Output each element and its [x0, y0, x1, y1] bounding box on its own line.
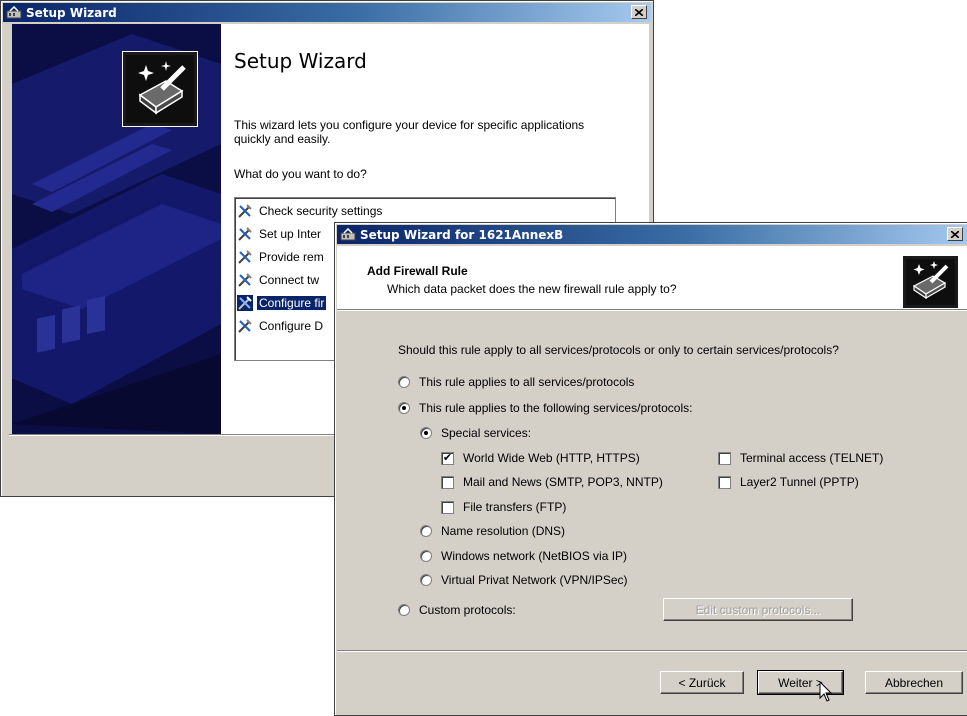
- close-icon: [951, 230, 959, 238]
- tools-icon: [238, 204, 252, 218]
- tools-icon: [238, 319, 252, 333]
- close-icon: [635, 8, 643, 16]
- back-button[interactable]: < Zurück: [660, 671, 744, 694]
- radio-indicator[interactable]: [420, 550, 432, 562]
- radio-indicator[interactable]: [420, 574, 432, 586]
- task-label: Connect tw: [259, 273, 320, 287]
- radio-all-services[interactable]: This rule applies to all services/protoc…: [398, 375, 634, 389]
- checkbox-label: Terminal access (TELNET): [740, 451, 884, 465]
- edit-custom-protocols-button[interactable]: Edit custom protocols...: [663, 598, 853, 621]
- tools-icon: [238, 273, 252, 287]
- tools-icon: [237, 295, 253, 311]
- radio-indicator[interactable]: [420, 525, 432, 537]
- task-label: Provide rem: [259, 250, 324, 264]
- cancel-button[interactable]: Abbrechen: [865, 671, 963, 694]
- header-separator: [337, 309, 967, 311]
- radio-indicator[interactable]: [398, 402, 410, 414]
- checkbox-label: File transfers (FTP): [463, 500, 567, 514]
- radio-indicator[interactable]: [398, 604, 410, 616]
- checkbox-label: Layer2 Tunnel (PPTP): [740, 475, 859, 489]
- radio-label: Special services:: [441, 426, 532, 440]
- front-close-button[interactable]: [947, 227, 963, 241]
- app-icon: [340, 227, 356, 240]
- checkbox-pptp[interactable]: Layer2 Tunnel (PPTP): [718, 475, 859, 489]
- checkbox-label: Mail and News (SMTP, POP3, NNTP): [463, 475, 663, 489]
- back-intro-text: This wizard lets you configure your devi…: [234, 118, 585, 146]
- radio-label: Virtual Privat Network (VPN/IPSec): [441, 573, 628, 587]
- radio-custom-protocols[interactable]: Custom protocols:: [398, 603, 516, 617]
- task-label: Set up Inter: [259, 227, 322, 241]
- back-title-bar[interactable]: Setup Wizard: [3, 3, 651, 22]
- radio-label: This rule applies to all services/protoc…: [419, 375, 635, 389]
- wizard-tool-icon: [122, 51, 198, 127]
- mouse-pointer-icon: [819, 681, 833, 702]
- app-icon: [6, 5, 22, 18]
- radio-label: This rule applies to the following servi…: [419, 401, 693, 415]
- checkbox-indicator[interactable]: [441, 500, 454, 514]
- radio-netbios[interactable]: Windows network (NetBIOS via IP): [420, 549, 627, 563]
- checkbox-label: World Wide Web (HTTP, HTTPS): [463, 451, 640, 465]
- firewall-rule-dialog: Setup Wizard for 1621AnnexB Add Firewall…: [334, 222, 967, 716]
- page-header: Add Firewall Rule Which data packet does…: [337, 246, 967, 309]
- back-heading: Setup Wizard: [234, 49, 367, 73]
- front-window-title: Setup Wizard for 1621AnnexB: [360, 227, 564, 242]
- checkbox-indicator[interactable]: [718, 451, 731, 465]
- task-item-check-security[interactable]: Check security settings: [237, 202, 613, 220]
- checkbox-www[interactable]: ✔ World Wide Web (HTTP, HTTPS): [441, 451, 640, 465]
- scope-question: Should this rule apply to all services/p…: [398, 343, 839, 357]
- page-title: Add Firewall Rule: [367, 264, 468, 278]
- radio-special-services[interactable]: Special services:: [420, 426, 531, 440]
- footer-separator: [337, 650, 967, 652]
- front-title-bar[interactable]: Setup Wizard for 1621AnnexB: [337, 225, 967, 244]
- radio-label: Name resolution (DNS): [441, 524, 566, 538]
- back-window-title: Setup Wizard: [26, 5, 117, 20]
- radio-indicator[interactable]: [398, 376, 410, 388]
- page-subtitle: Which data packet does the new firewall …: [387, 282, 677, 296]
- checkbox-indicator[interactable]: [441, 475, 454, 489]
- task-label: Configure fir: [257, 296, 327, 310]
- radio-vpn[interactable]: Virtual Privat Network (VPN/IPSec): [420, 573, 628, 587]
- checkbox-telnet[interactable]: Terminal access (TELNET): [718, 451, 883, 465]
- radio-dns[interactable]: Name resolution (DNS): [420, 524, 565, 538]
- checkbox-mail-news[interactable]: Mail and News (SMTP, POP3, NNTP): [441, 475, 663, 489]
- tools-icon: [238, 227, 252, 241]
- task-label: Configure D: [259, 319, 324, 333]
- checkbox-ftp[interactable]: File transfers (FTP): [441, 500, 566, 514]
- back-question: What do you want to do?: [234, 167, 367, 181]
- task-label: Check security settings: [259, 204, 383, 218]
- radio-following-services[interactable]: This rule applies to the following servi…: [398, 401, 692, 415]
- checkbox-indicator[interactable]: [718, 475, 731, 489]
- tools-icon: [238, 250, 252, 264]
- radio-label: Windows network (NetBIOS via IP): [441, 549, 628, 563]
- radio-label: Custom protocols:: [419, 603, 516, 617]
- checkbox-indicator[interactable]: ✔: [441, 451, 454, 465]
- radio-indicator[interactable]: [420, 427, 432, 439]
- wizard-tool-icon: [903, 256, 958, 316]
- back-close-button[interactable]: [631, 5, 647, 19]
